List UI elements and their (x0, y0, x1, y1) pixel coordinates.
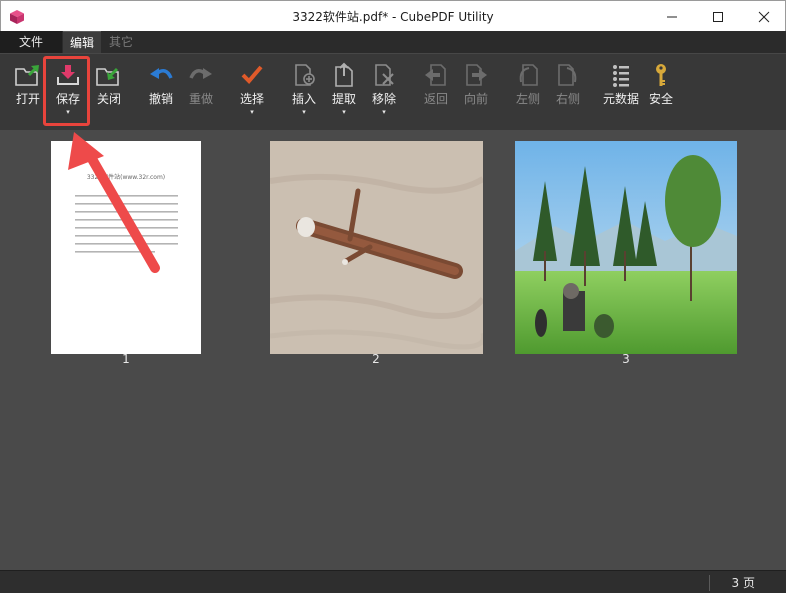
save-highlight-box (43, 56, 90, 126)
extract-label: 提取 (331, 92, 356, 106)
page-count: 3 页 (731, 576, 755, 590)
open-button[interactable]: 打开 (12, 62, 44, 107)
extract-dropdown-icon[interactable]: ▾ (328, 108, 360, 117)
rotate-left-button[interactable]: 左侧 (512, 62, 544, 107)
rotate-right-label: 右侧 (555, 92, 580, 106)
remove-page-icon (375, 64, 394, 86)
status-bar: 3 页 (0, 570, 786, 593)
remove-dropdown-icon[interactable]: ▾ (368, 108, 400, 117)
move-back-icon (425, 64, 446, 86)
select-label: 选择 (239, 92, 264, 106)
rotate-right-button[interactable]: 右侧 (552, 62, 584, 107)
security-label: 安全 (648, 92, 673, 106)
undo-label: 撤销 (148, 92, 173, 106)
close-label: 关闭 (96, 92, 121, 106)
tab-edit[interactable]: 编辑 (63, 31, 101, 53)
page-thumbnail-3[interactable] (515, 141, 737, 354)
redo-label: 重做 (188, 92, 213, 106)
maximize-button[interactable] (695, 1, 741, 32)
close-folder-icon (96, 67, 119, 86)
forward-label: 向前 (463, 92, 488, 106)
menu-tab-bar: 文件 编辑 其它 (0, 31, 786, 53)
move-forward-icon (466, 64, 487, 86)
redo-button[interactable]: 重做 (185, 62, 217, 107)
key-icon (656, 64, 666, 86)
redo-arrow-icon (189, 68, 212, 79)
metadata-list-icon (613, 65, 629, 87)
undo-button[interactable]: 撤销 (145, 62, 177, 107)
undo-arrow-icon (150, 68, 173, 79)
rotate-right-icon (558, 64, 577, 86)
close-file-button[interactable]: 关闭 (93, 62, 125, 107)
select-check-icon (241, 65, 263, 84)
wooden-stick-image (269, 141, 487, 354)
minimize-icon (667, 16, 677, 17)
minimize-button[interactable] (649, 1, 695, 32)
tab-file[interactable]: 文件 (0, 31, 62, 53)
close-icon (758, 11, 770, 22)
select-dropdown-icon[interactable]: ▾ (236, 108, 268, 117)
security-button[interactable]: 安全 (646, 62, 676, 107)
metadata-button[interactable]: 元数据 (602, 62, 640, 107)
insert-label: 插入 (291, 92, 316, 106)
extract-button[interactable]: 提取 ▾ (328, 62, 360, 117)
tab-other[interactable]: 其它 (103, 31, 139, 53)
ribbon-toolbar: 打开 保存 ▾ 关闭 撤销 重做 选择 ▾ 插入 ▾ 提取 ▾ 移除 ▾ 返回 … (0, 53, 786, 130)
status-divider (709, 575, 710, 591)
page-number-1: 1 (122, 352, 130, 366)
maximize-icon (713, 11, 723, 22)
insert-page-icon (295, 64, 315, 86)
page-number-3: 3 (622, 352, 630, 366)
move-back-button[interactable]: 返回 (420, 62, 452, 107)
game-landscape-image (515, 141, 737, 354)
insert-button[interactable]: 插入 ▾ (288, 62, 320, 117)
rotate-left-icon (519, 64, 538, 86)
page-number-2: 2 (372, 352, 380, 366)
metadata-label: 元数据 (602, 92, 639, 106)
page-thumbnail-2[interactable] (269, 141, 487, 354)
back-label: 返回 (423, 92, 448, 106)
remove-label: 移除 (371, 92, 396, 106)
open-label: 打开 (15, 92, 40, 106)
extract-page-icon (335, 62, 353, 87)
remove-button[interactable]: 移除 ▾ (368, 62, 400, 117)
move-forward-button[interactable]: 向前 (460, 62, 492, 107)
annotation-arrow (68, 132, 160, 273)
title-bar: 3322软件站.pdf* - CubePDF Utility (0, 0, 786, 31)
rotate-left-label: 左侧 (515, 92, 540, 106)
insert-dropdown-icon[interactable]: ▾ (288, 108, 320, 117)
open-folder-icon (15, 65, 39, 86)
close-window-button[interactable] (741, 1, 786, 32)
select-button[interactable]: 选择 ▾ (236, 62, 268, 117)
